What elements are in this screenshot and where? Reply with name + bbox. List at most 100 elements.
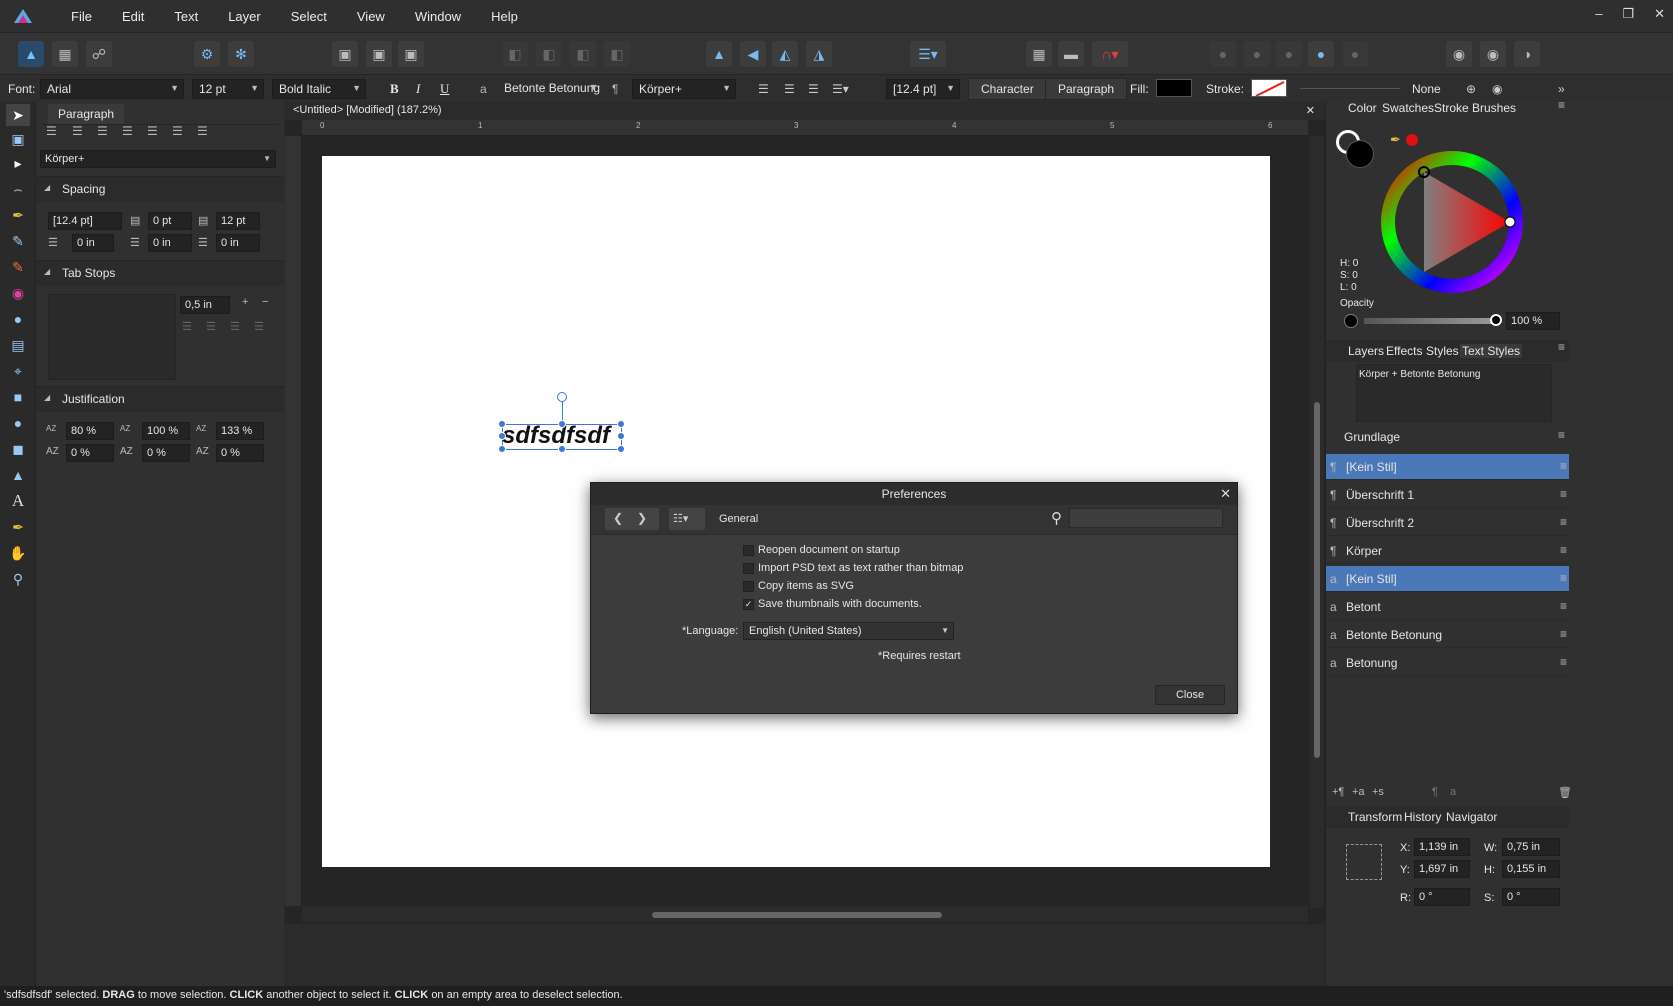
restore-icon[interactable]: ❐ [1622,6,1634,22]
tab-effects[interactable]: Effects [1386,344,1422,358]
add-tab-stop-icon[interactable]: + [242,296,248,308]
color-wheel[interactable] [1378,148,1526,296]
insert-behind-icon[interactable]: ▣ [366,41,392,67]
horizontal-scroll-thumb[interactable] [652,912,942,918]
align-right-icon[interactable]: ☰ [808,82,819,96]
tab-text-styles[interactable]: Text Styles [1460,344,1523,358]
opacity-slider-knob[interactable] [1490,314,1502,326]
document-tab[interactable]: <Untitled> [Modified] (187.2%) ✕ [285,102,1325,120]
vertical-ruler[interactable] [285,136,302,906]
style-item-ueberschrift-1[interactable]: ¶ Überschrift 1 ≡ [1326,482,1569,508]
para-justify-right-icon[interactable]: ☰ [172,124,183,138]
new-group-style-icon[interactable]: +s [1372,786,1384,798]
italic-button[interactable]: I [416,81,420,97]
ellipse-tool-icon[interactable]: ● [6,412,30,434]
x-field[interactable]: 1,139 in [1414,838,1470,856]
node-tool-icon[interactable]: ▸ [6,152,30,174]
style-item-menu-icon[interactable]: ≡ [1560,655,1567,669]
leading-dropdown[interactable]: [12.4 pt] ▼ [886,79,960,99]
style-item-betont[interactable]: a Betont ≡ [1326,594,1569,620]
eyedropper-icon[interactable]: ✒ [1390,132,1401,148]
zoom-tool-icon[interactable]: ⚲ [6,568,30,590]
menu-text[interactable]: Text [159,9,213,24]
assistant-icon[interactable]: ⚙ [194,41,220,67]
paragraph-style-dropdown[interactable]: Körper+ ▼ [632,79,736,99]
pen-tool-icon[interactable]: ✒ [6,204,30,226]
selected-text-frame[interactable]: sdfsdfsdf [502,422,610,450]
resize-handle[interactable] [558,445,566,453]
tab-stop-field[interactable]: 0,5 in [180,296,230,314]
back-icon[interactable]: ❮ [613,511,623,525]
style-item-menu-icon[interactable]: ≡ [1560,599,1567,613]
import-psd-text-checkbox[interactable] [743,563,754,574]
menu-layer[interactable]: Layer [213,9,276,24]
resize-handle[interactable] [617,445,625,453]
resize-handle[interactable] [498,420,506,428]
tab-styles[interactable]: Styles [1426,344,1459,358]
delete-style-icon[interactable]: 🗑 [1558,786,1572,799]
close-window-icon[interactable]: ✕ [1654,6,1665,22]
corner-tool-icon[interactable]: ⌢ [6,178,30,200]
crop-tool-icon[interactable]: ⌖ [6,360,30,382]
minimize-icon[interactable]: – [1595,6,1602,22]
arrange-front-icon[interactable]: ◧ [604,41,630,67]
style-group-menu-icon[interactable]: ≡ [1558,428,1565,442]
para-justify-left-icon[interactable]: ☰ [122,124,133,138]
artboard-tool-icon[interactable]: ▣ [6,128,30,150]
leading-field[interactable]: [12.4 pt] [48,212,122,230]
para-align-center-icon[interactable]: ☰ [72,124,83,138]
style-item-menu-icon[interactable]: ≡ [1560,459,1567,473]
para-justify-all-icon[interactable]: ☰ [197,124,208,138]
export-persona-icon[interactable]: ☍ [86,41,112,67]
rounded-rectangle-tool-icon[interactable]: ◼ [6,438,30,460]
character-button[interactable]: Character [968,78,1047,100]
para-justify-center-icon[interactable]: ☰ [147,124,158,138]
resize-handle[interactable] [498,445,506,453]
hand-tool-icon[interactable]: ✋ [6,542,30,564]
letter-spacing-min-field[interactable]: 0 % [66,444,114,462]
menu-file[interactable]: File [56,9,107,24]
vertical-scroll-thumb[interactable] [1314,402,1320,758]
transparency-tool-icon[interactable]: ● [6,308,30,330]
character-style-dropdown[interactable]: Betonte Betonung ▼ [498,79,602,99]
style-item-koerper[interactable]: ¶ Körper ≡ [1326,538,1569,564]
close-document-icon[interactable]: ✕ [1306,104,1315,117]
spacing-header[interactable]: Spacing [36,176,284,202]
studio-panels-icon[interactable]: ◉ [1480,41,1506,67]
recent-color-swatch[interactable] [1406,134,1418,146]
dialog-close-icon[interactable]: ✕ [1220,486,1231,502]
space-after-field[interactable]: 12 pt [216,212,260,230]
pixel-persona-icon[interactable]: ▦ [52,41,78,67]
menu-window[interactable]: Window [400,9,476,24]
style-group-grundlage[interactable]: Grundlage [1344,430,1400,444]
flip-horizontal-icon[interactable]: ▲ [706,41,732,67]
tab-align-left-icon[interactable]: ☰ [182,320,192,333]
word-spacing-max-field[interactable]: 133 % [216,422,264,440]
align-left-icon[interactable]: ☰ [758,82,769,96]
style-item-menu-icon[interactable]: ≡ [1560,543,1567,557]
fill-tool-icon[interactable]: ◉ [6,282,30,304]
font-style-dropdown[interactable]: Bold Italic ▼ [272,79,366,99]
vertical-scrollbar[interactable] [1310,136,1324,908]
opacity-field[interactable]: 100 % [1506,312,1560,330]
rotation-handle[interactable] [557,392,567,402]
anchor-selector[interactable] [1346,844,1382,880]
grid-view-icon[interactable]: ☷▾ [669,508,705,530]
menu-view[interactable]: View [342,9,400,24]
view-mode-icon[interactable]: ◑ [1514,41,1540,67]
quick-menu-icon[interactable]: ◉ [1446,41,1472,67]
shear-field[interactable]: 0 ° [1502,888,1560,906]
clear-character-style-icon[interactable]: a [1450,786,1456,798]
word-spacing-min-field[interactable]: 80 % [66,422,114,440]
tab-stops-header[interactable]: Tab Stops [36,260,284,286]
new-paragraph-style-icon[interactable]: +¶ [1332,786,1344,798]
arrange-forward-icon[interactable]: ◧ [570,41,596,67]
pencil-tool-icon[interactable]: ✎ [6,230,30,252]
insert-inside-icon[interactable]: ▣ [332,41,358,67]
stroke-width-slider[interactable] [1300,88,1400,89]
para-align-left-icon[interactable]: ☰ [46,124,57,138]
flip-vertical-icon[interactable]: ◀ [740,41,766,67]
style-item-menu-icon[interactable]: ≡ [1560,627,1567,641]
boolean-add-icon[interactable]: ● [1210,41,1236,67]
stroke-color-well[interactable] [1346,140,1374,168]
